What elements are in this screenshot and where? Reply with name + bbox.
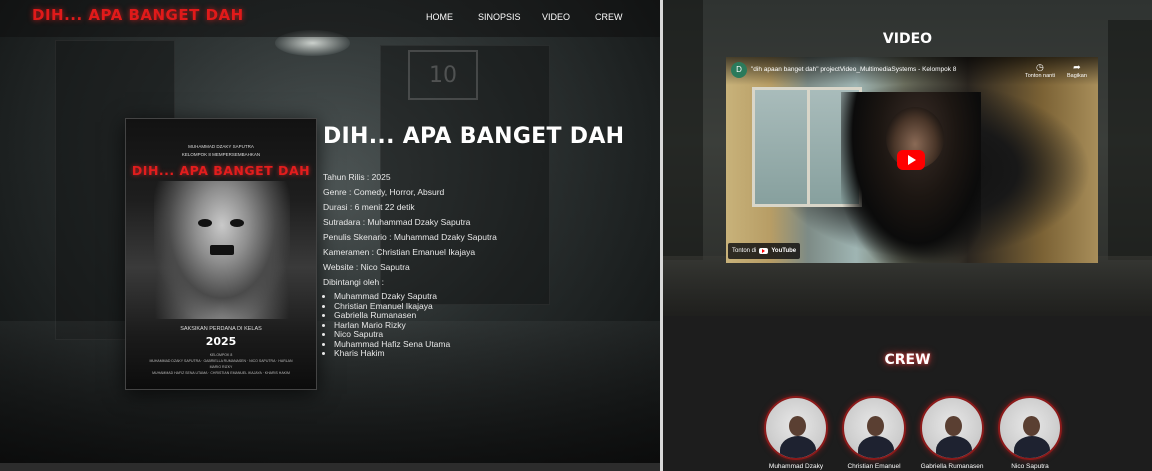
nav-video[interactable]: VIDEO — [542, 12, 595, 22]
clock-icon: ◷ — [1036, 62, 1044, 72]
watch-on-label: Tonton di — [732, 248, 757, 254]
cast-list: Muhammad Dzaky Saputra Christian Emanuel… — [334, 291, 497, 359]
crew-card[interactable]: Gabriella Rumanasen — [920, 396, 984, 470]
film-details: Tahun Rilis : 2025 Genre : Comedy, Horro… — [323, 172, 497, 359]
avatar — [998, 396, 1062, 460]
video-title[interactable]: "dih apaan banget dah" projectVideo_Mult… — [751, 66, 956, 73]
detail-cast-label: Dibintangi oleh : — [323, 277, 384, 287]
avatar-body — [1014, 436, 1050, 458]
poster-credits-names-1: MUHAMMAD DZAKY SAPUTRA · GABRIELLA RUMAN… — [149, 359, 293, 369]
avatar-head — [789, 416, 806, 436]
youtube-title-bar: D "dih apaan banget dah" projectVideo_Mu… — [726, 57, 1098, 85]
crew-card[interactable]: Muhammad Dzaky — [764, 396, 828, 470]
poster-title: DIH... APA BANGET DAH — [131, 163, 311, 178]
nav-home[interactable]: HOME — [426, 12, 478, 22]
corridor-sign: 10 — [408, 50, 478, 100]
watch-later-label: Tonton nanti — [1025, 73, 1055, 79]
detail-duration: Durasi : 6 menit 22 detik — [323, 202, 415, 212]
poster-presenter: MUHAMMAD DZAKY SAPUTRA — [188, 144, 254, 149]
poster-credits: KELOMPOK 8 MUHAMMAD DZAKY SAPUTRA · GABR… — [144, 352, 298, 376]
channel-avatar[interactable]: D — [731, 62, 747, 78]
movie-poster: MUHAMMAD DZAKY SAPUTRA KELOMPOK 8 MEMPER… — [125, 118, 317, 390]
watch-on-youtube-button[interactable]: Tonton di YouTube — [728, 243, 801, 259]
detail-genre: Genre : Comedy, Horror, Absurd — [323, 187, 445, 197]
right-panel: VIDEO D "dih apaan banget dah" projectVi… — [663, 0, 1152, 471]
poster-eye-left — [198, 219, 212, 227]
top-navbar: DIH... APA BANGET DAH HOME SINOPSIS VIDE… — [0, 0, 660, 37]
watch-later-button[interactable]: ◷ Tonton nanti — [1025, 62, 1055, 79]
poster-credit-top: MUHAMMAD DZAKY SAPUTRA KELOMPOK 8 MEMPER… — [126, 143, 316, 159]
left-bottom-strip — [0, 463, 660, 471]
cast-item: Kharis Hakim — [334, 348, 497, 359]
video-heading: VIDEO — [882, 31, 933, 47]
hero-panel: 10 DIH... APA BANGET DAH HOME SINOPSIS V… — [0, 0, 660, 471]
avatar-head — [867, 416, 884, 436]
crew-name: Gabriella Rumanasen — [920, 463, 984, 470]
detail-website: Website : Nico Saputra — [323, 262, 410, 272]
video-bg-wall-right — [1108, 20, 1152, 260]
crew-card[interactable]: Christian Emanuel — [842, 396, 906, 470]
video-section: VIDEO D "dih apaan banget dah" projectVi… — [663, 0, 1152, 316]
crew-list: Muhammad Dzaky Christian Emanuel Gabriel… — [764, 396, 1062, 470]
share-label: Bagikan — [1067, 73, 1087, 79]
crew-heading: CREW — [884, 352, 931, 368]
youtube-embed[interactable]: D "dih apaan banget dah" projectVideo_Mu… — [726, 57, 1098, 263]
poster-eye-right — [230, 219, 244, 227]
main-nav: HOME SINOPSIS VIDEO CREW — [426, 12, 635, 22]
video-bg-floor — [663, 256, 1152, 316]
share-button[interactable]: ➦ Bagikan — [1067, 62, 1087, 79]
crew-card[interactable]: Nico Saputra — [998, 396, 1062, 470]
avatar — [842, 396, 906, 460]
crew-name: Christian Emanuel — [847, 463, 901, 470]
avatar-body — [780, 436, 816, 458]
avatar-head — [945, 416, 962, 436]
youtube-logo-icon — [759, 248, 769, 254]
poster-year: 2025 — [205, 335, 237, 348]
film-title: DIH... APA BANGET DAH — [323, 124, 625, 149]
detail-cameraman: Kameramen : Christian Emanuel Ikajaya — [323, 247, 476, 257]
detail-director: Sutradara : Muhammad Dzaky Saputra — [323, 217, 471, 227]
avatar-body — [858, 436, 894, 458]
share-icon: ➦ — [1073, 62, 1081, 72]
avatar — [920, 396, 984, 460]
crew-name: Muhammad Dzaky — [768, 463, 824, 470]
nav-sinopsis[interactable]: SINOPSIS — [478, 12, 542, 22]
avatar — [764, 396, 828, 460]
detail-writer: Penulis Skenario : Muhammad Dzaky Saputr… — [323, 232, 497, 242]
avatar-body — [936, 436, 972, 458]
nav-crew[interactable]: CREW — [595, 12, 635, 22]
youtube-wordmark: YouTube — [771, 248, 797, 254]
detail-release-year: Tahun Rilis : 2025 — [323, 172, 391, 182]
avatar-head — [1023, 416, 1040, 436]
poster-mouth — [210, 245, 234, 255]
poster-group: KELOMPOK 8 MEMPERSEMBAHKAN — [181, 152, 261, 157]
play-button-icon[interactable] — [897, 150, 925, 170]
crew-name: Nico Saputra — [1011, 463, 1049, 470]
poster-credits-names-2: MUHAMMAD HAFIZ SENA UTAMA · CHRISTIAN EM… — [152, 371, 290, 375]
poster-subtitle: SAKSIKAN PERDANA DI KELAS — [180, 326, 262, 332]
site-logo[interactable]: DIH... APA BANGET DAH — [32, 6, 244, 24]
